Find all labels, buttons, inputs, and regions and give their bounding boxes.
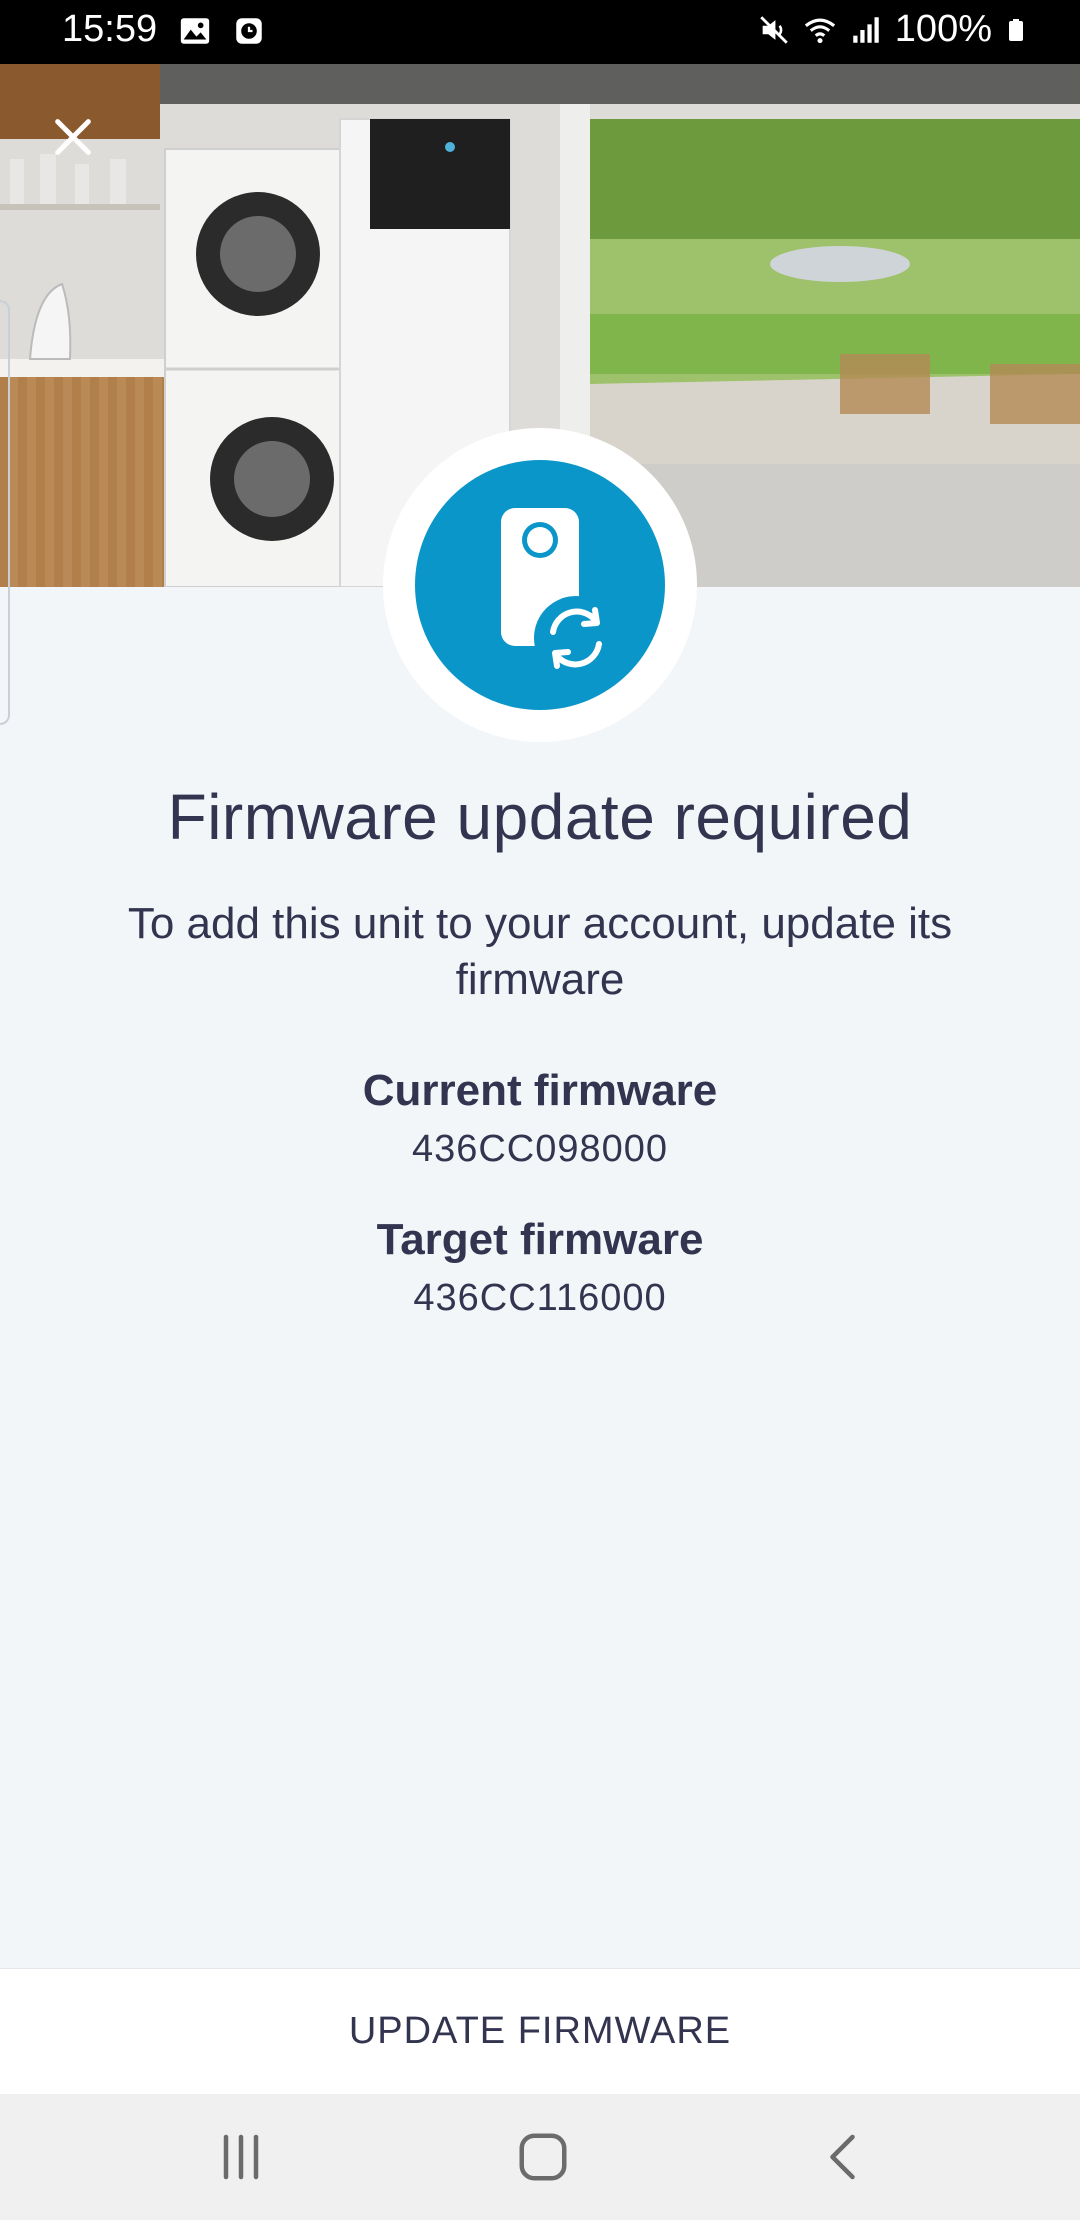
navigation-bar [0,2094,1080,2220]
battery-percent: 100% [894,8,992,50]
wifi-icon [804,18,835,43]
screen: 15:59 100% Firmware update required To a… [0,0,1080,2220]
page-title: Firmware update required [167,781,913,853]
status-bar: 15:59 100% [0,0,1080,64]
update-firmware-button[interactable]: UPDATE FIRMWARE [0,1968,1080,2094]
back-icon[interactable] [815,2127,875,2187]
firmware-info: Firmware update required To add this uni… [0,780,1080,1320]
current-firmware-value: 436CC098000 [411,1128,669,1170]
mute-icon [760,15,788,44]
home-icon[interactable] [513,2127,573,2187]
battery-icon [1009,18,1023,41]
recent-apps-icon[interactable] [211,2127,271,2187]
side-panel-edge[interactable] [0,300,10,725]
current-firmware-label: Current firmware [362,1066,718,1115]
page-subtitle: To add this unit to your account, update… [127,899,953,1004]
target-firmware-label: Target firmware [376,1215,704,1264]
device-icon-badge [383,428,697,742]
gallery-icon [180,18,210,44]
status-time: 15:59 [62,8,158,50]
device-update-icon [501,508,618,680]
signal-icon [853,16,879,43]
target-firmware-value: 436CC116000 [413,1277,667,1319]
close-icon[interactable] [50,114,96,160]
alarm-icon [236,18,262,44]
